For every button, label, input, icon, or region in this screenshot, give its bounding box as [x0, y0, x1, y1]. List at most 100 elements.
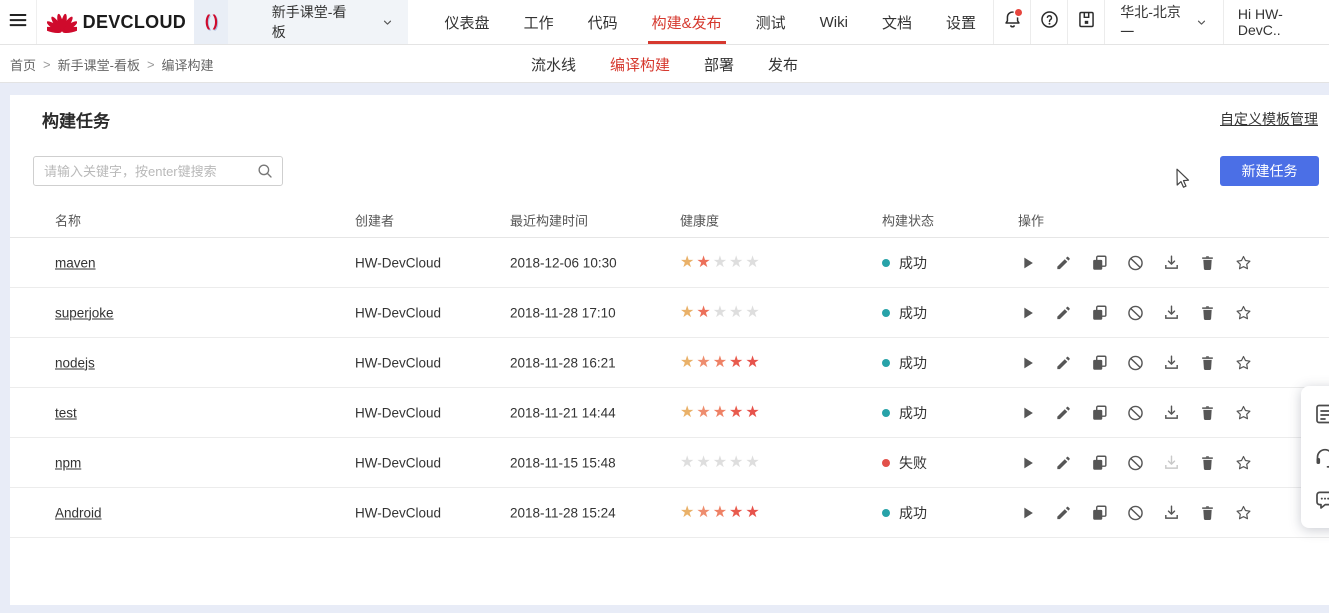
subnav-item-部署[interactable]: 部署 [704, 54, 734, 75]
edit-icon[interactable] [1054, 253, 1073, 272]
last-build-time: 2018-11-28 15:24 [510, 505, 616, 520]
task-name-link[interactable]: nodejs [55, 355, 95, 370]
run-icon[interactable] [1018, 353, 1037, 372]
chevron-down-icon [1195, 16, 1208, 29]
copy-icon[interactable] [1090, 253, 1109, 272]
nav-item-工作[interactable]: 工作 [507, 0, 571, 44]
region-label: 华北-北京一 [1120, 4, 1181, 40]
health-rating: ★★★★★ [680, 253, 762, 271]
task-name-link[interactable]: Android [55, 505, 102, 520]
copy-icon[interactable] [1090, 403, 1109, 422]
new-task-button[interactable]: 新建任务 [1220, 156, 1319, 186]
task-name-link[interactable]: superjoke [55, 305, 114, 320]
task-name-link[interactable]: npm [55, 455, 81, 470]
column-header: 操作 [1018, 213, 1045, 229]
feedback-chat-icon[interactable] [1313, 488, 1329, 512]
copy-icon[interactable] [1090, 503, 1109, 522]
run-icon[interactable] [1018, 253, 1037, 272]
download-icon[interactable] [1162, 503, 1181, 522]
copy-icon[interactable] [1090, 353, 1109, 372]
help-icon [1039, 9, 1060, 35]
hamburger-menu-button[interactable] [0, 0, 37, 44]
download-icon[interactable] [1162, 303, 1181, 322]
favorite-icon[interactable] [1234, 353, 1253, 372]
star-icon: ★ [745, 403, 762, 421]
nav-item-代码[interactable]: 代码 [571, 0, 635, 44]
subnav-item-发布[interactable]: 发布 [768, 54, 798, 75]
download-icon[interactable] [1162, 253, 1181, 272]
task-name-link[interactable]: test [55, 405, 77, 420]
task-name-link[interactable]: maven [55, 255, 96, 270]
delete-icon[interactable] [1198, 403, 1217, 422]
notifications-button[interactable] [992, 0, 1030, 44]
last-build-time: 2018-11-21 14:44 [510, 405, 616, 420]
support-headset-icon[interactable] [1313, 445, 1329, 469]
edit-icon[interactable] [1054, 453, 1073, 472]
nav-item-测试[interactable]: 测试 [739, 0, 803, 44]
disable-icon[interactable] [1126, 403, 1145, 422]
column-header: 最近构建时间 [510, 213, 589, 229]
nav-item-文档[interactable]: 文档 [865, 0, 929, 44]
disable-icon[interactable] [1126, 303, 1145, 322]
region-selector[interactable]: 华北-北京一 [1104, 0, 1223, 44]
survey-icon[interactable] [1313, 402, 1329, 426]
build-status: 成功 [882, 353, 927, 373]
help-button[interactable] [1030, 0, 1067, 44]
nav-item-设置[interactable]: 设置 [929, 0, 993, 44]
delete-icon[interactable] [1198, 303, 1217, 322]
user-menu[interactable]: Hi HW-DevC.. [1222, 0, 1329, 44]
template-manage-link[interactable]: 自定义模板管理 [1220, 109, 1318, 129]
status-label: 成功 [899, 404, 927, 421]
status-dot-icon [882, 408, 890, 417]
favorite-icon[interactable] [1234, 403, 1253, 422]
edit-icon[interactable] [1054, 403, 1073, 422]
edit-icon[interactable] [1054, 353, 1073, 372]
disable-icon[interactable] [1126, 453, 1145, 472]
nav-item-仪表盘[interactable]: 仪表盘 [428, 0, 507, 44]
project-name: 新手课堂-看板 [271, 4, 347, 40]
star-icon: ★ [745, 453, 762, 471]
save-button[interactable] [1067, 0, 1104, 44]
star-icon: ★ [712, 453, 730, 471]
nav-item-构建&发布[interactable]: 构建&发布 [635, 0, 739, 44]
star-icon: ★ [680, 503, 697, 521]
subnav-item-流水线[interactable]: 流水线 [531, 54, 576, 75]
disable-icon[interactable] [1126, 503, 1145, 522]
star-icon: ★ [712, 353, 730, 371]
disable-icon[interactable] [1126, 353, 1145, 372]
brand[interactable]: DEVCLOUD [37, 0, 194, 44]
delete-icon[interactable] [1198, 353, 1217, 372]
delete-icon[interactable] [1198, 503, 1217, 522]
last-build-time: 2018-12-06 10:30 [510, 255, 617, 270]
run-icon[interactable] [1018, 303, 1037, 322]
run-icon[interactable] [1018, 453, 1037, 472]
edit-icon[interactable] [1054, 503, 1073, 522]
download-icon[interactable] [1162, 353, 1181, 372]
copy-icon[interactable] [1090, 303, 1109, 322]
favorite-icon[interactable] [1234, 253, 1253, 272]
delete-icon[interactable] [1198, 453, 1217, 472]
status-dot-icon [882, 308, 890, 317]
favorite-icon[interactable] [1234, 503, 1253, 522]
table-header: 名称 创建者 最近构建时间 健康度 构建状态 操作 [10, 203, 1329, 238]
search-input[interactable] [33, 156, 283, 186]
run-icon[interactable] [1018, 503, 1037, 522]
status-label: 成功 [899, 304, 927, 321]
nav-item-Wiki[interactable]: Wiki [803, 0, 865, 44]
download-icon[interactable] [1162, 403, 1181, 422]
search-icon[interactable] [256, 162, 274, 185]
status-dot-icon [882, 458, 890, 467]
copy-icon[interactable] [1090, 453, 1109, 472]
project-switcher[interactable]: ( ) 新手课堂-看板 [194, 0, 408, 44]
disable-icon[interactable] [1126, 253, 1145, 272]
favorite-icon[interactable] [1234, 453, 1253, 472]
subnav-item-编译构建[interactable]: 编译构建 [610, 54, 670, 75]
edit-icon[interactable] [1054, 303, 1073, 322]
run-icon[interactable] [1018, 403, 1037, 422]
delete-icon[interactable] [1198, 253, 1217, 272]
task-creator: HW-DevCloud [355, 255, 442, 270]
star-icon: ★ [696, 353, 713, 371]
download-icon[interactable] [1162, 453, 1181, 472]
favorite-icon[interactable] [1234, 303, 1253, 322]
star-icon: ★ [680, 253, 697, 271]
